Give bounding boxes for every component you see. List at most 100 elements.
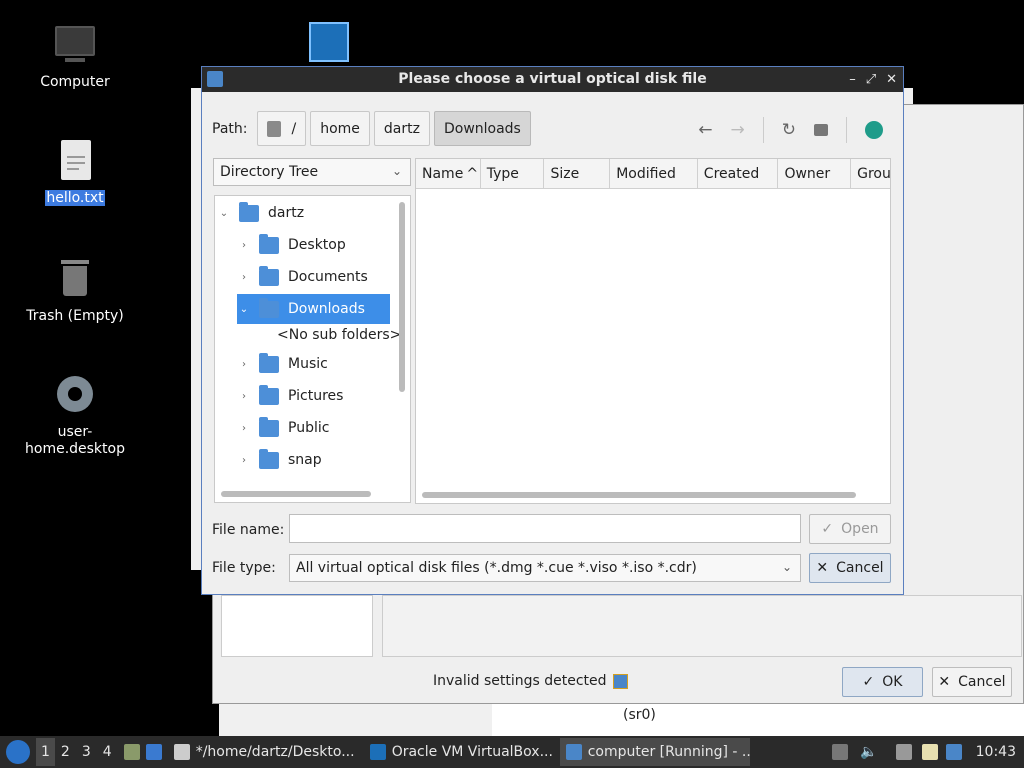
crumb-root[interactable]: / bbox=[257, 111, 307, 146]
file-chooser-dialog: Please choose a virtual optical disk fil… bbox=[201, 66, 904, 595]
tree-item-no-subfolders: <No sub folders> bbox=[277, 327, 402, 343]
task-virtualbox-manager[interactable]: Oracle VM VirtualBox... bbox=[364, 738, 560, 766]
file-name-input[interactable] bbox=[289, 514, 801, 543]
public-folder-icon bbox=[259, 416, 279, 437]
tree-item-desktop[interactable]: › Desktop bbox=[237, 230, 346, 260]
ok-button[interactable]: ✓ OK bbox=[842, 667, 923, 697]
tree-item-public[interactable]: › Public bbox=[237, 413, 329, 443]
check-icon: ✓ bbox=[821, 521, 834, 537]
chevron-down-icon: ⌄ bbox=[391, 164, 402, 178]
close-icon: ✕ bbox=[816, 560, 829, 576]
nav-toolbar: ← → ↻ bbox=[698, 117, 883, 143]
desktop-icon-label: Computer bbox=[40, 74, 110, 90]
column-modified[interactable]: Modified bbox=[610, 159, 698, 188]
chevron-right-icon: › bbox=[242, 271, 246, 283]
file-manager-launcher-icon[interactable] bbox=[123, 744, 140, 760]
drive-icon bbox=[267, 120, 282, 137]
desktop-icon-label: Trash (Empty) bbox=[26, 308, 124, 324]
minimize-icon[interactable]: – bbox=[849, 67, 856, 92]
path-label: Path: bbox=[212, 120, 248, 137]
clipboard-icon[interactable] bbox=[921, 744, 938, 760]
device-label: (sr0) bbox=[623, 707, 656, 723]
text-file-icon bbox=[51, 138, 99, 186]
crumb-dartz[interactable]: dartz bbox=[373, 111, 430, 146]
warning-icon[interactable] bbox=[612, 673, 628, 689]
options-gear-icon[interactable] bbox=[865, 121, 883, 139]
cancel-button[interactable]: ✕ Cancel bbox=[809, 553, 891, 583]
maximize-icon[interactable]: ⤢ bbox=[866, 67, 876, 92]
chevron-down-icon: ⌄ bbox=[781, 560, 792, 574]
tree-item-downloads[interactable]: ⌄ Downloads bbox=[237, 294, 390, 324]
file-type-label: File type: bbox=[212, 560, 276, 576]
directory-tree[interactable]: ⌄ dartz › Desktop › Documents ⌄ Download… bbox=[214, 195, 411, 503]
column-size[interactable]: Size bbox=[544, 159, 611, 188]
back-arrow-icon[interactable]: ← bbox=[698, 120, 712, 140]
workspace-4[interactable]: 4 bbox=[97, 738, 118, 766]
desktop-icon-computer[interactable]: Computer bbox=[10, 22, 140, 91]
view-mode-combo[interactable]: Directory Tree ⌄ bbox=[213, 158, 411, 186]
sort-up-icon: ^ bbox=[466, 165, 479, 182]
gear-icon bbox=[51, 372, 99, 420]
close-icon: ✕ bbox=[938, 674, 951, 690]
desktop-icon-trash[interactable]: Trash (Empty) bbox=[10, 256, 140, 325]
column-type[interactable]: Type bbox=[481, 159, 545, 188]
chevron-down-icon: ⌄ bbox=[239, 303, 249, 315]
tree-vertical-scrollbar[interactable] bbox=[399, 202, 405, 392]
task-vm-running[interactable]: computer [Running] - ... bbox=[559, 738, 750, 766]
text-editor-icon bbox=[173, 744, 190, 760]
workspace-3[interactable]: 3 bbox=[76, 738, 97, 766]
column-name[interactable]: Name ^ bbox=[416, 159, 481, 188]
refresh-icon[interactable]: ↻ bbox=[782, 120, 796, 140]
file-type-combo[interactable]: All virtual optical disk files (*.dmg *.… bbox=[289, 554, 801, 582]
background-cancel-button[interactable]: ✕ Cancel bbox=[932, 667, 1012, 697]
chevron-right-icon: › bbox=[242, 422, 246, 434]
vm-icon bbox=[565, 744, 582, 760]
notification-icon[interactable] bbox=[945, 744, 962, 760]
chevron-right-icon: › bbox=[242, 358, 246, 370]
workspace-2[interactable]: 2 bbox=[55, 738, 76, 766]
tree-item-dartz[interactable]: ⌄ dartz bbox=[217, 198, 304, 228]
background-window-bottom: (sr0) bbox=[219, 704, 1024, 736]
home-folder-icon bbox=[239, 201, 259, 222]
workspace-1[interactable]: 1 bbox=[36, 738, 55, 766]
column-created[interactable]: Created bbox=[698, 159, 779, 188]
open-button[interactable]: ✓ Open bbox=[809, 514, 891, 544]
desktop-icon-hello-txt[interactable]: hello.txt bbox=[10, 138, 140, 207]
file-list[interactable]: Name ^ Type Size Modified Created Owner G… bbox=[415, 158, 891, 504]
task-text-editor[interactable]: */home/dartz/Deskto... bbox=[168, 738, 364, 766]
file-list-horizontal-scrollbar[interactable] bbox=[422, 492, 856, 498]
desktop-icon-label: user-home.desktop bbox=[25, 424, 125, 457]
file-name-label: File name: bbox=[212, 522, 285, 538]
tree-horizontal-scrollbar[interactable] bbox=[221, 491, 371, 497]
dialog-app-icon bbox=[207, 71, 223, 87]
desktop-folder-icon bbox=[259, 233, 279, 254]
file-list-header: Name ^ Type Size Modified Created Owner G… bbox=[416, 159, 890, 189]
tree-item-documents[interactable]: › Documents bbox=[237, 262, 368, 292]
close-icon[interactable]: ✕ bbox=[886, 67, 897, 92]
column-owner[interactable]: Owner bbox=[778, 159, 852, 188]
forward-arrow-icon[interactable]: → bbox=[731, 120, 745, 140]
new-folder-icon[interactable] bbox=[814, 124, 828, 136]
tree-item-music[interactable]: › Music bbox=[237, 349, 328, 379]
computer-icon bbox=[51, 22, 99, 70]
display-icon[interactable] bbox=[895, 744, 912, 760]
crumb-downloads[interactable]: Downloads bbox=[433, 111, 531, 146]
virtualbox-icon[interactable] bbox=[309, 22, 349, 62]
check-icon: ✓ bbox=[862, 674, 875, 690]
virtualbox-icon bbox=[369, 744, 386, 760]
tree-item-snap[interactable]: › snap bbox=[237, 445, 322, 475]
clock[interactable]: 10:43 bbox=[976, 744, 1016, 760]
tray-up-icon[interactable] bbox=[832, 744, 849, 760]
documents-folder-icon bbox=[259, 265, 279, 286]
invalid-settings-status: Invalid settings detected bbox=[433, 673, 628, 689]
desktop-icon-user-home[interactable]: user-home.desktop bbox=[10, 372, 140, 458]
desktop-launcher-icon[interactable] bbox=[145, 744, 162, 760]
dialog-titlebar[interactable]: Please choose a virtual optical disk fil… bbox=[202, 67, 903, 92]
column-group[interactable]: Grou bbox=[851, 159, 890, 188]
chevron-down-icon: ⌄ bbox=[219, 207, 229, 219]
crumb-home[interactable]: home bbox=[310, 111, 370, 146]
start-menu-icon[interactable] bbox=[6, 740, 30, 764]
volume-icon[interactable]: 🔈 bbox=[860, 744, 877, 760]
music-folder-icon bbox=[259, 352, 279, 373]
tree-item-pictures[interactable]: › Pictures bbox=[237, 381, 343, 411]
